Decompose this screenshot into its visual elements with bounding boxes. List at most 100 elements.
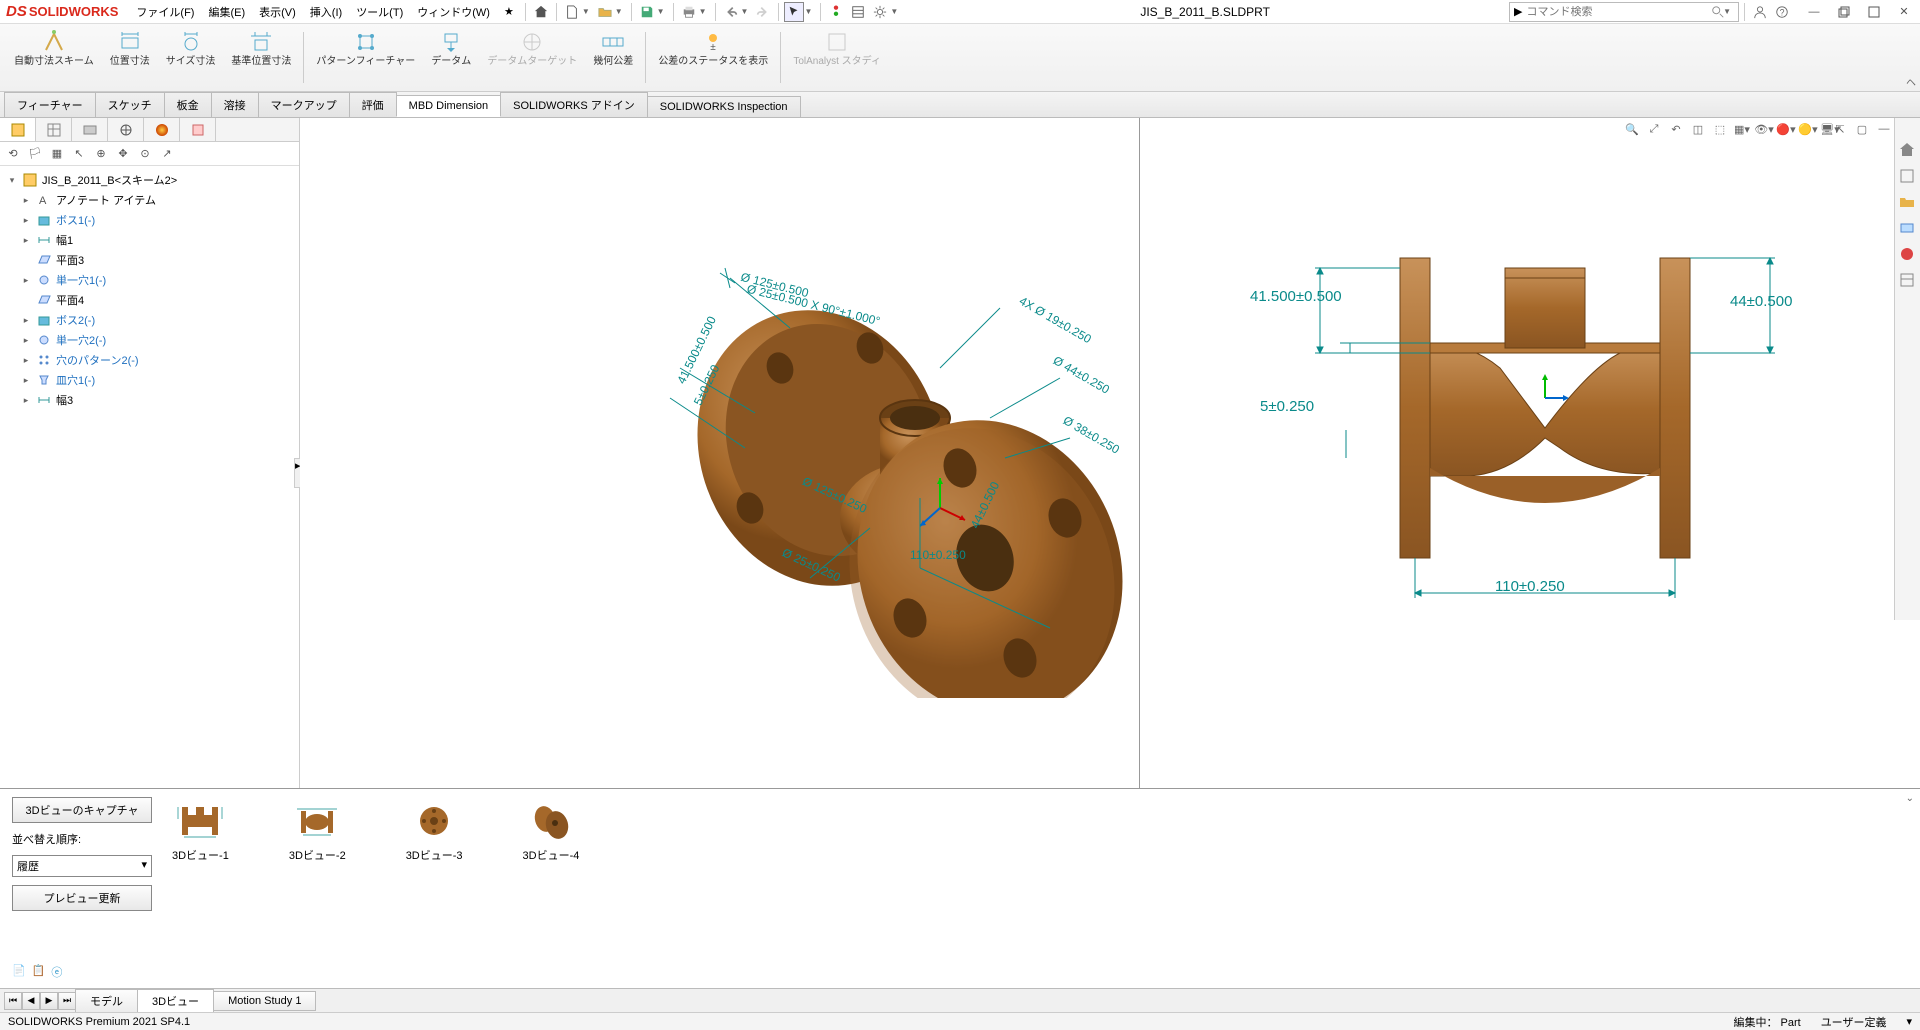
open-dropdown[interactable]: ▼	[615, 7, 623, 16]
size-dim-button[interactable]: サイズ寸法	[160, 28, 222, 87]
search-run-icon[interactable]: ▶	[1514, 5, 1522, 18]
fm-tool-1[interactable]: ⟲	[4, 145, 22, 163]
traffic-icon[interactable]	[826, 2, 846, 22]
task-file-icon[interactable]	[1895, 190, 1919, 214]
menu-file[interactable]: ファイル(F)	[130, 2, 200, 22]
loc-dim-button[interactable]: 位置寸法	[104, 28, 156, 87]
status-user[interactable]: ユーザー定義	[1821, 1014, 1887, 1030]
redo-icon[interactable]	[753, 2, 773, 22]
auto-dim-button[interactable]: 自動寸法スキーム	[8, 28, 100, 87]
fm-tool-2[interactable]: 🏳	[26, 145, 44, 163]
tree-item[interactable]: ▸単一穴1(-)	[2, 270, 297, 290]
task-prop-icon[interactable]	[1895, 268, 1919, 292]
fm-tab-display[interactable]	[144, 118, 180, 141]
save-dropdown[interactable]: ▼	[657, 7, 665, 16]
pdf-icon[interactable]: 📄	[12, 964, 26, 980]
undo-icon[interactable]	[721, 2, 741, 22]
web-icon[interactable]: ⓔ	[51, 964, 62, 980]
search-input[interactable]	[1526, 6, 1711, 18]
tab-sketch[interactable]: スケッチ	[95, 92, 165, 117]
tab-feature[interactable]: フィーチャー	[4, 92, 96, 117]
vp-max-icon[interactable]: —	[1874, 120, 1894, 138]
fm-tool-7[interactable]: ⊙	[136, 145, 154, 163]
options-icon[interactable]	[848, 2, 868, 22]
tab-nav-first[interactable]: ⏮	[4, 992, 22, 1010]
appearance-icon[interactable]: 🔴▾	[1776, 120, 1796, 138]
dim-label[interactable]: 110±0.250	[910, 548, 966, 562]
fm-tab-dimxpert[interactable]	[108, 118, 144, 141]
fm-tab-tree[interactable]	[0, 118, 36, 141]
expand-icon[interactable]: ▸	[20, 395, 32, 406]
expand-icon[interactable]: ▸	[20, 315, 32, 326]
tree-item[interactable]: ▸ボス1(-)	[2, 210, 297, 230]
tab-addins[interactable]: SOLIDWORKS アドイン	[500, 92, 648, 117]
new-icon[interactable]	[562, 2, 582, 22]
menu-edit[interactable]: 編集(E)	[202, 2, 251, 22]
update-preview-button[interactable]: プレビュー更新	[12, 885, 152, 911]
scene-icon[interactable]: 🟡▾	[1798, 120, 1818, 138]
undo-dropdown[interactable]: ▼	[741, 7, 749, 16]
tab-weld[interactable]: 溶接	[211, 92, 259, 117]
tab-mbd[interactable]: MBD Dimension	[396, 95, 501, 117]
expand-icon[interactable]: ▸	[20, 335, 32, 346]
expand-icon[interactable]: ▸	[20, 215, 32, 226]
geo-tol-button[interactable]: 幾何公差	[587, 28, 639, 87]
dim-label[interactable]: 44±0.500	[1730, 293, 1792, 310]
display-style-icon[interactable]: ▦▾	[1732, 120, 1752, 138]
datum-tool-button[interactable]: データム	[425, 28, 477, 87]
menu-star[interactable]: ★	[498, 3, 520, 20]
restore-button[interactable]	[1834, 3, 1854, 21]
tree-item[interactable]: ▸幅1	[2, 230, 297, 250]
datum-button[interactable]: 基準位置寸法	[225, 28, 297, 87]
print-icon[interactable]	[679, 2, 699, 22]
fm-tool-6[interactable]: ✥	[114, 145, 132, 163]
expand-icon[interactable]: ▸	[20, 375, 32, 386]
thumb-3dview-4[interactable]: 3Dビュー-4	[523, 801, 580, 863]
select-dropdown[interactable]: ▼	[804, 7, 812, 16]
tab-inspection[interactable]: SOLIDWORKS Inspection	[647, 96, 801, 117]
menu-insert[interactable]: 挿入(I)	[304, 2, 348, 22]
new-dropdown[interactable]: ▼	[582, 7, 590, 16]
tree-item[interactable]: 平面3	[2, 250, 297, 270]
save-icon[interactable]	[637, 2, 657, 22]
status-dropdown-icon[interactable]: ▾	[1906, 1015, 1912, 1028]
tab-markup[interactable]: マークアップ	[258, 92, 350, 117]
hide-show-icon[interactable]: 👁▾	[1754, 120, 1774, 138]
dim-label[interactable]: 110±0.250	[1495, 578, 1565, 595]
task-lib-icon[interactable]	[1895, 164, 1919, 188]
task-view-icon[interactable]	[1895, 216, 1919, 240]
fm-tab-extra[interactable]	[180, 118, 216, 141]
fm-tool-5[interactable]: ⊕	[92, 145, 110, 163]
tree-item[interactable]: ▸幅3	[2, 390, 297, 410]
bottom-tab-3dview[interactable]: 3Dビュー	[137, 989, 214, 1013]
section-icon[interactable]: ◫	[1688, 120, 1708, 138]
open-icon[interactable]	[595, 2, 615, 22]
tree-item[interactable]: 平面4	[2, 290, 297, 310]
fm-tool-8[interactable]: ↗	[158, 145, 176, 163]
tab-evaluate[interactable]: 評価	[349, 92, 397, 117]
task-home-icon[interactable]	[1895, 138, 1919, 162]
tab-nav-prev[interactable]: ◀	[22, 992, 40, 1010]
collapse-icon[interactable]: ▾	[6, 175, 18, 186]
select-icon[interactable]	[784, 2, 804, 22]
task-appear-icon[interactable]	[1895, 242, 1919, 266]
home-icon[interactable]	[531, 2, 551, 22]
fm-tab-property[interactable]	[36, 118, 72, 141]
user-icon[interactable]	[1750, 2, 1770, 22]
zoom-fit-icon[interactable]: 🔍	[1622, 120, 1642, 138]
fm-tab-config[interactable]	[72, 118, 108, 141]
expand-icon[interactable]: ▸	[20, 355, 32, 366]
fm-tool-3[interactable]: ▦	[48, 145, 66, 163]
tree-item[interactable]: ▸皿穴1(-)	[2, 370, 297, 390]
tree-item[interactable]: ▸Aアノテート アイテム	[2, 190, 297, 210]
tab-nav-next[interactable]: ▶	[40, 992, 58, 1010]
settings-dropdown[interactable]: ▼	[890, 7, 898, 16]
vp-min-icon[interactable]: ▢	[1852, 120, 1872, 138]
thumb-3dview-3[interactable]: 3Dビュー-3	[406, 801, 463, 863]
tree-root[interactable]: ▾ JIS_B_2011_B<スキーム2>	[2, 170, 297, 190]
fm-tool-4[interactable]: ↖	[70, 145, 88, 163]
expand-icon[interactable]: ▸	[20, 195, 32, 206]
maximize-button[interactable]	[1864, 3, 1884, 21]
tab-sheetmetal[interactable]: 板金	[164, 92, 212, 117]
menu-window[interactable]: ウィンドウ(W)	[411, 2, 496, 22]
